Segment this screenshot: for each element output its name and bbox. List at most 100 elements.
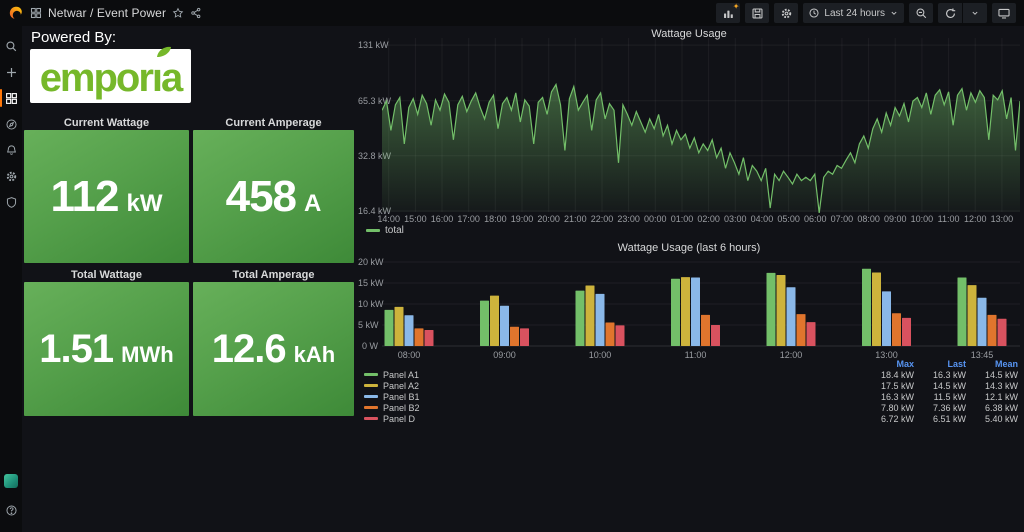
bar-panel-b2 [892,313,901,346]
legend-row: Panel A118.4 kW16.3 kW14.5 kW [364,369,1018,380]
cycle-view-button[interactable] [992,3,1016,23]
refresh-button[interactable] [938,3,962,23]
zoom-out-button[interactable] [909,3,933,23]
legend-sort-max[interactable]: Max [862,359,914,369]
legend-sort-last[interactable]: Last [914,359,966,369]
sidebar-item-dashboards[interactable] [0,86,22,110]
panel-wattage-usage: Wattage Usage 131 kW65.3 kW32.8 kW16.4 k… [358,26,1020,238]
stat-unit: kAh [294,342,336,368]
panel-title[interactable]: Current Amperage [193,117,354,129]
y-tick-label: 0 W [358,342,378,351]
legend-sort-mean[interactable]: Mean [966,359,1018,369]
legend-series-label[interactable]: Panel B1 [364,392,862,402]
y-tick-label: 10 kW [358,300,378,309]
y-tick-label: 16.4 kW [358,207,378,216]
panel-total-amperage: Total Amperage 12.6 kAh [193,269,354,416]
bar-panel-a2 [777,275,786,346]
stat-value-box: 12.6 kAh [193,282,354,416]
legend-mean-value: 12.1 kW [966,392,1018,402]
bar-panel-a1 [958,278,967,347]
y-tick-label: 131 kW [358,41,378,50]
x-tick-label: 13:00 [991,214,1014,224]
x-tick-label: 00:00 [644,214,667,224]
x-tick-label: 21:00 [564,214,587,224]
stat-unit: MWh [121,342,174,368]
legend-last-value: 16.3 kW [914,370,966,380]
sidebar-item-create[interactable] [0,60,22,84]
bar-panel-a1 [671,279,680,346]
panel-title[interactable]: Total Wattage [24,269,189,281]
legend-series-label[interactable]: Panel A1 [364,370,862,380]
bar-panel-d [616,325,625,346]
panel-title[interactable]: Total Amperage [193,269,354,281]
x-tick-label: 11:00 [938,214,960,224]
legend-color-swatch [364,373,378,376]
breadcrumb: Netwar / Event Power [30,6,202,20]
add-panel-button[interactable]: ✦ [716,3,740,23]
dashboard-settings-button[interactable] [774,3,798,23]
legend-color-swatch [364,406,378,409]
y-tick-label: 15 kW [358,279,378,288]
panel-title[interactable]: Wattage Usage (last 6 hours) [358,242,1020,254]
bar-panel-a1 [576,291,585,346]
stat-unit: kW [126,190,162,218]
x-tick-label: 08:00 [857,214,880,224]
star-icon[interactable] [172,7,184,19]
legend-series-name: Panel B2 [383,403,420,413]
x-tick-label: 09:00 [884,214,907,224]
sidebar-item-alerting[interactable] [0,138,22,162]
legend-last-value: 14.5 kW [914,381,966,391]
sidebar-item-help[interactable] [0,498,22,522]
shield-icon [5,196,18,209]
chevron-down-icon [970,8,980,18]
x-tick-label: 02:00 [697,214,720,224]
stat-value: 1.51 [39,327,113,372]
sidebar-item-explore[interactable] [0,112,22,136]
legend-mean-value: 6.38 kW [966,403,1018,413]
grafana-app: Netwar / Event Power ✦ [0,0,1024,532]
bar-panel-d [425,330,434,346]
legend-series-label[interactable]: Panel A2 [364,381,862,391]
sidebar-item-search[interactable] [0,34,22,58]
wattage-line-chart[interactable] [382,36,1020,213]
legend-color-swatch [364,395,378,398]
sidebar-item-server-admin[interactable] [0,190,22,214]
panel-title[interactable]: Current Wattage [24,117,189,129]
panel-current-amperage: Current Amperage 458 A [193,117,354,263]
x-tick-label: 03:00 [724,214,747,224]
x-tick-label: 01:00 [671,214,694,224]
bar-legend-table: MaxLastMeanPanel A118.4 kW16.3 kW14.5 kW… [364,358,1018,424]
emporia-logo-text: emporıa [40,54,182,98]
sparkle-icon: ✦ [733,3,740,11]
stat-value-box: 458 A [193,130,354,263]
x-tick-label: 05:00 [777,214,800,224]
bar-panel-d [520,328,529,346]
explore-compass-icon [5,118,18,131]
bar-panel-d [807,322,816,346]
refresh-interval-dropdown[interactable] [963,3,987,23]
time-range-picker[interactable]: Last 24 hours [803,3,904,23]
grafana-flame-icon [7,5,24,22]
share-icon[interactable] [190,7,202,19]
bar-panel-a2 [968,285,977,346]
sidebar-item-configuration[interactable] [0,164,22,188]
wattage-bar-chart[interactable] [382,258,1020,347]
user-avatar[interactable] [4,474,18,488]
x-tick-label: 14:00 [377,214,400,224]
dashboards-icon [5,92,18,105]
bar-panel-b1 [500,306,509,346]
nav-actions: ✦ Last 24 hours [716,3,1024,23]
clock-icon [808,7,820,19]
save-dashboard-button[interactable] [745,3,769,23]
tv-icon [997,7,1011,20]
legend-color-swatch [364,417,378,420]
y-tick-label: 20 kW [358,258,378,267]
legend-item-total[interactable]: total [366,225,404,236]
bar-panel-b2 [988,315,997,346]
legend-series-label[interactable]: Panel B2 [364,403,862,413]
legend-series-label[interactable]: Panel D [364,414,862,424]
x-axis-labels: 14:0015:0016:0017:0018:0019:0020:0021:00… [382,214,1020,224]
breadcrumb-title[interactable]: Netwar / Event Power [48,6,166,20]
bar-panel-a2 [681,277,690,346]
grafana-logo[interactable] [0,0,30,26]
